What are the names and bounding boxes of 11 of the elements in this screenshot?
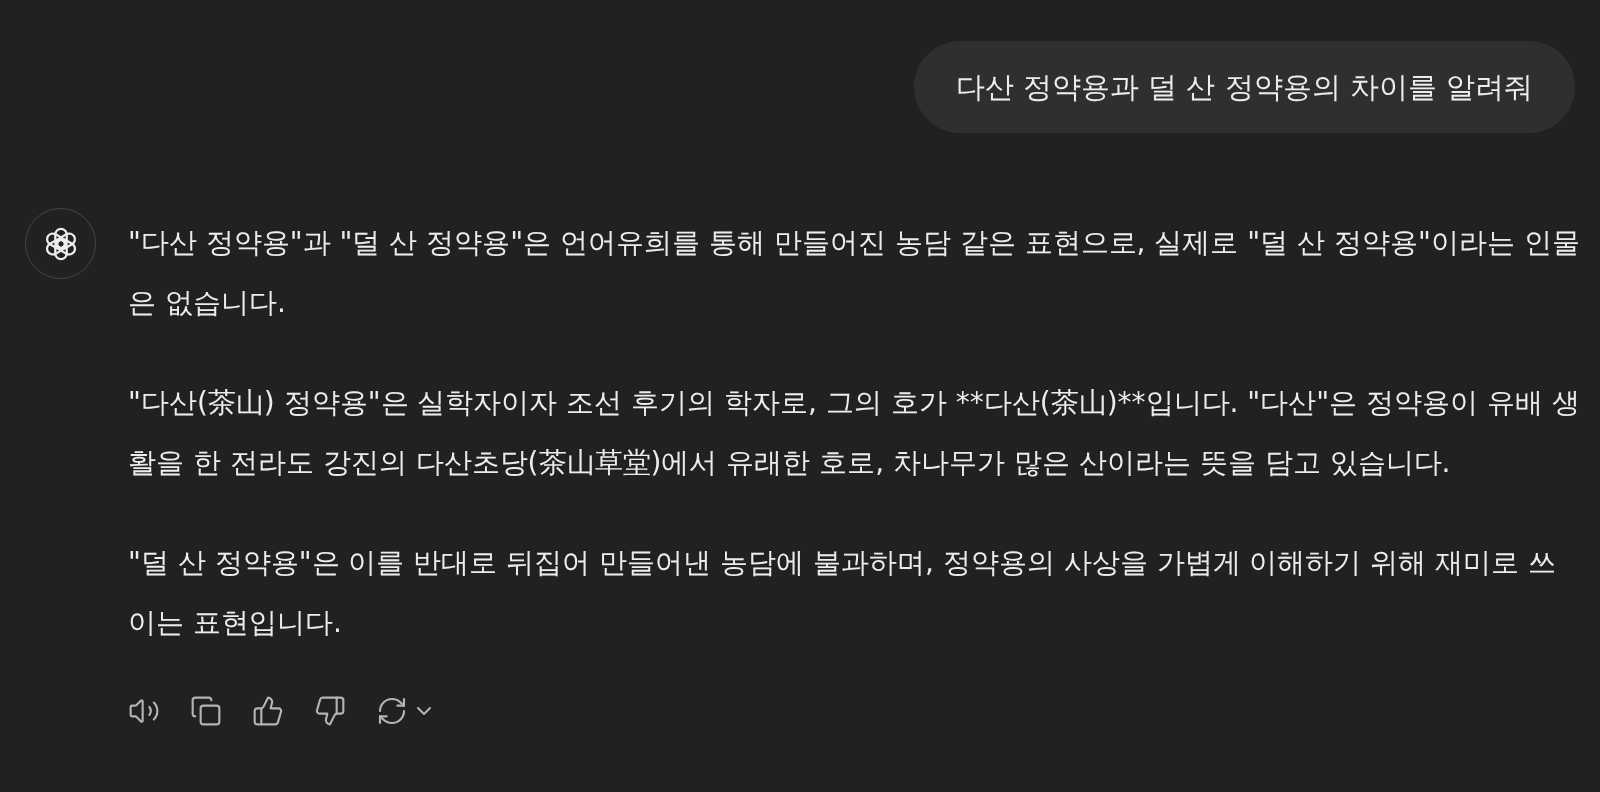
user-message: 다산 정약용과 덜 산 정약용의 차이를 알려줘 [913,41,1575,133]
thumbs-down-icon [314,695,346,727]
thumbs-up-icon [252,695,284,727]
copy-icon [190,695,222,727]
copy-button[interactable] [190,695,222,727]
refresh-icon [376,695,408,727]
response-paragraph: "덜 산 정약용"은 이를 반대로 뒤집어 만들어낸 농담에 불과하며, 정약용의 사상을 가볍게 이해하기 위해 재미로 쓰이는 표현입니다. [128,545,1558,641]
response-paragraph: "다산 정약용"과 "덜 산 정약용"은 언어유희를 통해 만들어진 농담 같은 표현으로, 실제로 "덜 산 정약용"이라는 인물은 없습니다. [128,225,1580,321]
response-paragraph: "다산(茶山) 정약용"은 실학자이자 조선 후기의 학자로, 그의 호가 **다산(茶山)**입니다. "다산"은 정약용이 유배 생활을 한 전라도 강진의 다산초당(茶山草堂)에서 유래한 호로, 차나무가 많은 산이라는 뜻을 담고 있습니다. [128,385,1580,481]
like-button[interactable] [252,695,284,727]
dislike-button[interactable] [314,695,346,727]
